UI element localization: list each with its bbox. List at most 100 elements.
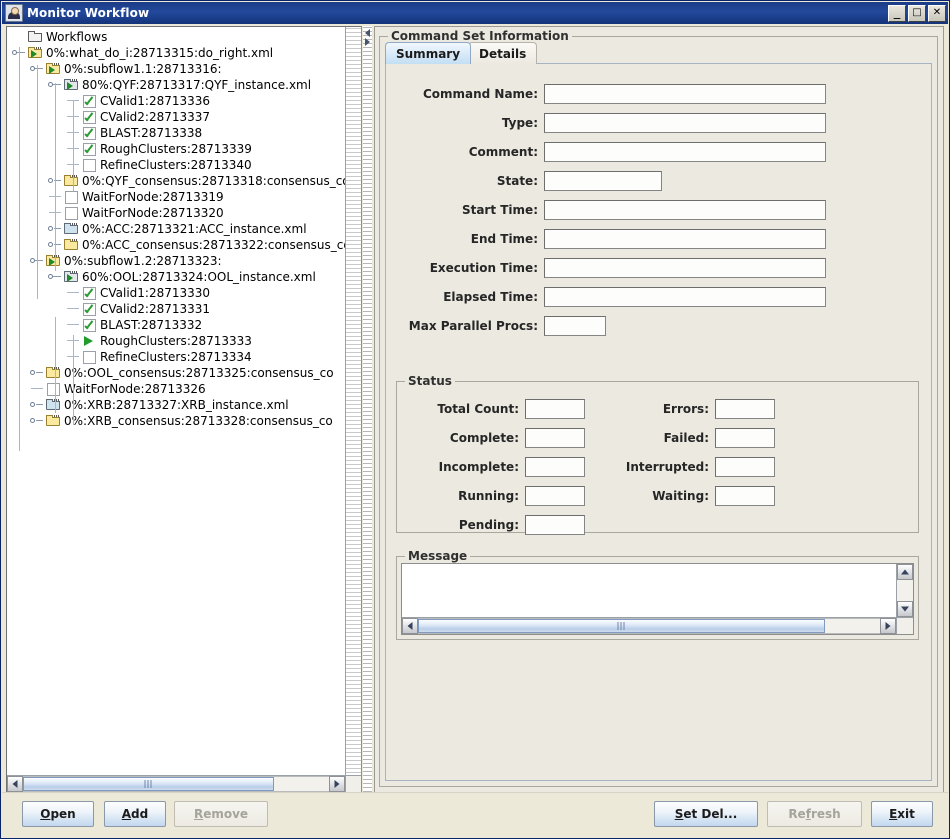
status-row: Waiting: [585, 486, 845, 506]
tree-hscroll-right-arrow[interactable] [329, 776, 345, 792]
tree-node[interactable]: 0%:ACC_consensus:28713322:consensus_co [7, 237, 345, 253]
remove-button[interactable]: Remove [174, 801, 268, 827]
tree-node[interactable]: CValid2:28713337 [7, 109, 345, 125]
message-hscroll-track[interactable] [418, 618, 880, 634]
collapse-handle-icon[interactable] [29, 365, 45, 381]
elapsed-time-field[interactable] [544, 287, 826, 307]
status-row: Failed: [585, 428, 845, 448]
complete-field[interactable] [525, 428, 585, 448]
tree-node[interactable]: WaitForNode:28713326 [7, 381, 345, 397]
message-vscroll-down-arrow[interactable] [897, 601, 913, 617]
expand-handle-icon[interactable] [47, 269, 63, 285]
refresh-button[interactable]: Refresh [767, 801, 862, 827]
window-body: Workflows 0%:what_do_i:28713315:do_right.… [2, 24, 948, 837]
divider-left-arrow-icon[interactable] [365, 29, 370, 37]
interrupted-field[interactable] [715, 457, 775, 477]
message-textarea[interactable] [402, 564, 896, 617]
minimize-icon: _ [893, 4, 901, 20]
running-field[interactable] [525, 486, 585, 506]
tree-vscroll-track[interactable] [346, 27, 361, 775]
divider-right-arrow-icon[interactable] [365, 38, 370, 46]
close-button[interactable]: ✕ [928, 4, 946, 22]
workflow-tree[interactable]: Workflows 0%:what_do_i:28713315:do_right.… [7, 29, 345, 451]
tab-details[interactable]: Details [468, 42, 538, 64]
message-hscroll-right-arrow[interactable] [880, 618, 896, 634]
command-name-field[interactable] [544, 84, 826, 104]
tree-node[interactable]: 0%:subflow1.2:28713323: [7, 253, 345, 269]
tree-node[interactable]: RefineClusters:28713334 [7, 349, 345, 365]
incomplete-field[interactable] [525, 457, 585, 477]
tree-node[interactable]: 60%:OOL:28713324:OOL_instance.xml [7, 269, 345, 285]
waiting-field[interactable] [715, 486, 775, 506]
tree-hscroll-left-arrow[interactable] [7, 776, 23, 792]
running-workflow-icon [27, 45, 43, 61]
tree-node[interactable]: 80%:QYF:28713317:QYF_instance.xml [7, 77, 345, 93]
tree-node[interactable]: RoughClusters:28713333 [7, 333, 345, 349]
start-time-field[interactable] [544, 200, 826, 220]
tree-node[interactable]: 0%:ACC:28713321:ACC_instance.xml [7, 221, 345, 237]
comment-field[interactable] [544, 142, 826, 162]
tree-connector-line [19, 47, 20, 451]
tree-node[interactable]: CValid1:28713330 [7, 285, 345, 301]
maximize-button[interactable]: □ [908, 4, 926, 22]
tree-node-label: 80%:QYF:28713317:QYF_instance.xml [82, 78, 312, 92]
minimize-button[interactable]: _ [888, 4, 906, 22]
tree-horizontal-scrollbar[interactable] [7, 775, 345, 792]
errors-label: Errors: [662, 402, 709, 416]
tree-node[interactable]: 0%:XRB:28713327:XRB_instance.xml [7, 397, 345, 413]
tree-node[interactable]: CValid1:28713336 [7, 93, 345, 109]
max-parallel-procs-field[interactable] [544, 316, 606, 336]
execution-time-field[interactable] [544, 258, 826, 278]
tree-connector [65, 301, 81, 317]
end-time-field[interactable] [544, 229, 826, 249]
tab-summary[interactable]: Summary [385, 42, 472, 64]
message-vertical-scrollbar[interactable] [896, 564, 913, 617]
split-divider[interactable] [363, 26, 372, 793]
tree-node-label: 0%:subflow1.2:28713323: [64, 254, 222, 268]
tree-node-label: CValid2:28713331 [100, 302, 211, 316]
message-hscroll-thumb[interactable] [418, 619, 825, 633]
open-button[interactable]: Open [22, 801, 94, 827]
tree-node[interactable]: 0%:what_do_i:28713315:do_right.xml [7, 45, 345, 61]
failed-field[interactable] [715, 428, 775, 448]
tree-hscroll-track[interactable] [23, 776, 329, 792]
tree-vertical-scrollbar[interactable] [345, 27, 361, 775]
tree-node[interactable]: BLAST:28713332 [7, 317, 345, 333]
completed-check-icon [81, 301, 97, 317]
exit-button[interactable]: Exit [871, 801, 933, 827]
tree-node[interactable]: 0%:OOL_consensus:28713325:consensus_co [7, 365, 345, 381]
divider-collapse-arrows[interactable] [364, 28, 371, 47]
total-count-field[interactable] [525, 399, 585, 419]
button-bar: Open Add Remove Set Del... Refresh Exit [2, 792, 948, 837]
tree-connector-line [55, 83, 56, 271]
state-field[interactable] [544, 171, 662, 191]
message-hscroll-left-arrow[interactable] [402, 618, 418, 634]
pending-field[interactable] [525, 515, 585, 535]
errors-field[interactable] [715, 399, 775, 419]
tree-node[interactable]: Workflows [7, 29, 345, 45]
tree-hscroll-thumb[interactable] [23, 777, 274, 791]
message-vscroll-track[interactable] [897, 580, 913, 601]
tree-node[interactable]: RefineClusters:28713340 [7, 157, 345, 173]
collapse-handle-icon[interactable] [29, 413, 45, 429]
add-button-label: Add [121, 807, 149, 821]
tree-node[interactable]: CValid2:28713331 [7, 301, 345, 317]
tree-node[interactable]: RoughClusters:28713339 [7, 141, 345, 157]
tree-node[interactable]: BLAST:28713338 [7, 125, 345, 141]
running-label: Running: [458, 489, 519, 503]
message-vscroll-up-arrow[interactable] [897, 564, 913, 580]
tree-node[interactable]: 0%:QYF_consensus:28713318:consensus_co [7, 173, 345, 189]
collapse-handle-icon[interactable] [29, 397, 45, 413]
tree-node[interactable]: WaitForNode:28713319 [7, 189, 345, 205]
add-button[interactable]: Add [104, 801, 166, 827]
set-del-button[interactable]: Set Del... [654, 801, 758, 827]
tree-node[interactable]: 0%:subflow1.1:28713316: [7, 61, 345, 77]
message-horizontal-scrollbar[interactable] [402, 617, 896, 634]
tree-node[interactable]: 0%:XRB_consensus:28713328:consensus_co [7, 413, 345, 429]
type-field[interactable] [544, 113, 826, 133]
failed-label: Failed: [663, 431, 709, 445]
tree-node[interactable]: WaitForNode:28713320 [7, 205, 345, 221]
instance-folder-icon [63, 221, 79, 237]
monitor-workflow-window: Monitor Workflow _ □ ✕ Workflows 0%:what… [0, 0, 950, 839]
